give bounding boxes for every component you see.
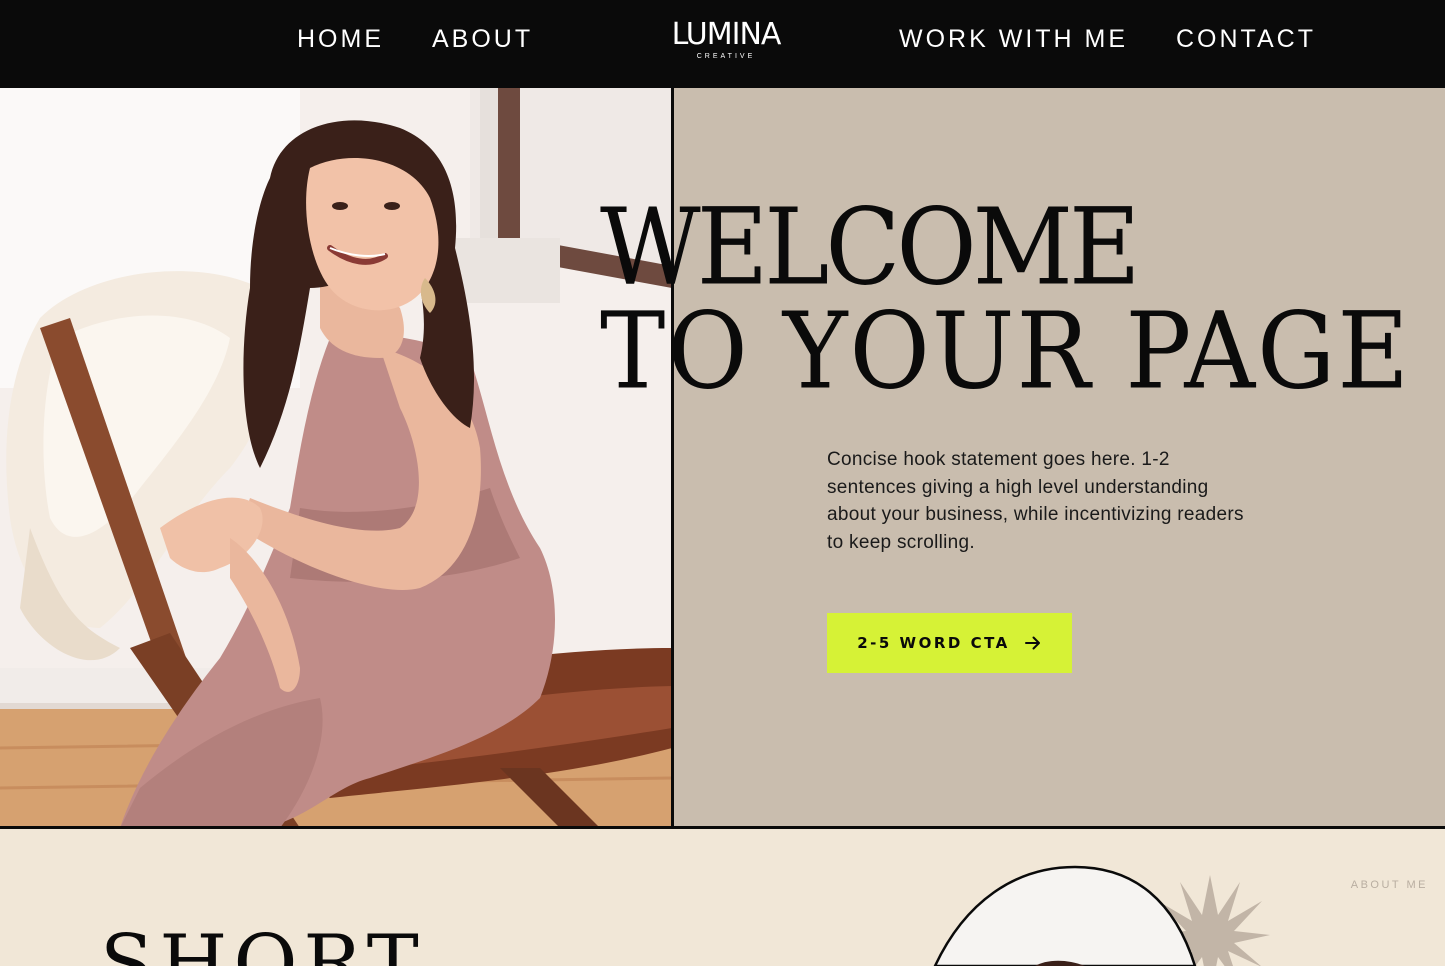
woman-portrait-illustration [0, 88, 672, 828]
arch-portrait-frame [933, 865, 1270, 966]
about-me-tag: ABOUT ME [1350, 879, 1428, 891]
hero-headline-line-2: TO YOUR PAGE [600, 290, 1411, 414]
top-navigation: HOME ABOUT LUMINA CREATIVE WORK WITH ME … [0, 0, 1445, 88]
site-logo[interactable]: LUMINA CREATIVE [664, 17, 788, 61]
cta-label: 2-5 WORD CTA [857, 634, 1010, 652]
hero-headline-line-1: WELCOME [600, 186, 1141, 310]
arrow-right-icon [1024, 636, 1040, 650]
about-section-title: SHORT [100, 919, 425, 966]
hero-headline: WELCOME TO YOUR PAGE [600, 192, 1411, 408]
hero-photo [0, 88, 672, 828]
nav-about-link[interactable]: ABOUT [432, 24, 533, 54]
hero-hook-statement: Concise hook statement goes here. 1-2 se… [827, 449, 1244, 553]
nav-contact-link[interactable]: CONTACT [1176, 24, 1316, 54]
logo-tagline: CREATIVE [696, 53, 756, 60]
nav-work-with-me-link[interactable]: WORK WITH ME [899, 24, 1128, 54]
hero-cta-button[interactable]: 2-5 WORD CTA [827, 613, 1072, 673]
nav-home-link[interactable]: HOME [297, 24, 384, 54]
logo-wordmark: LUMINA [671, 17, 782, 52]
hero-bottom-rule [0, 826, 1445, 829]
